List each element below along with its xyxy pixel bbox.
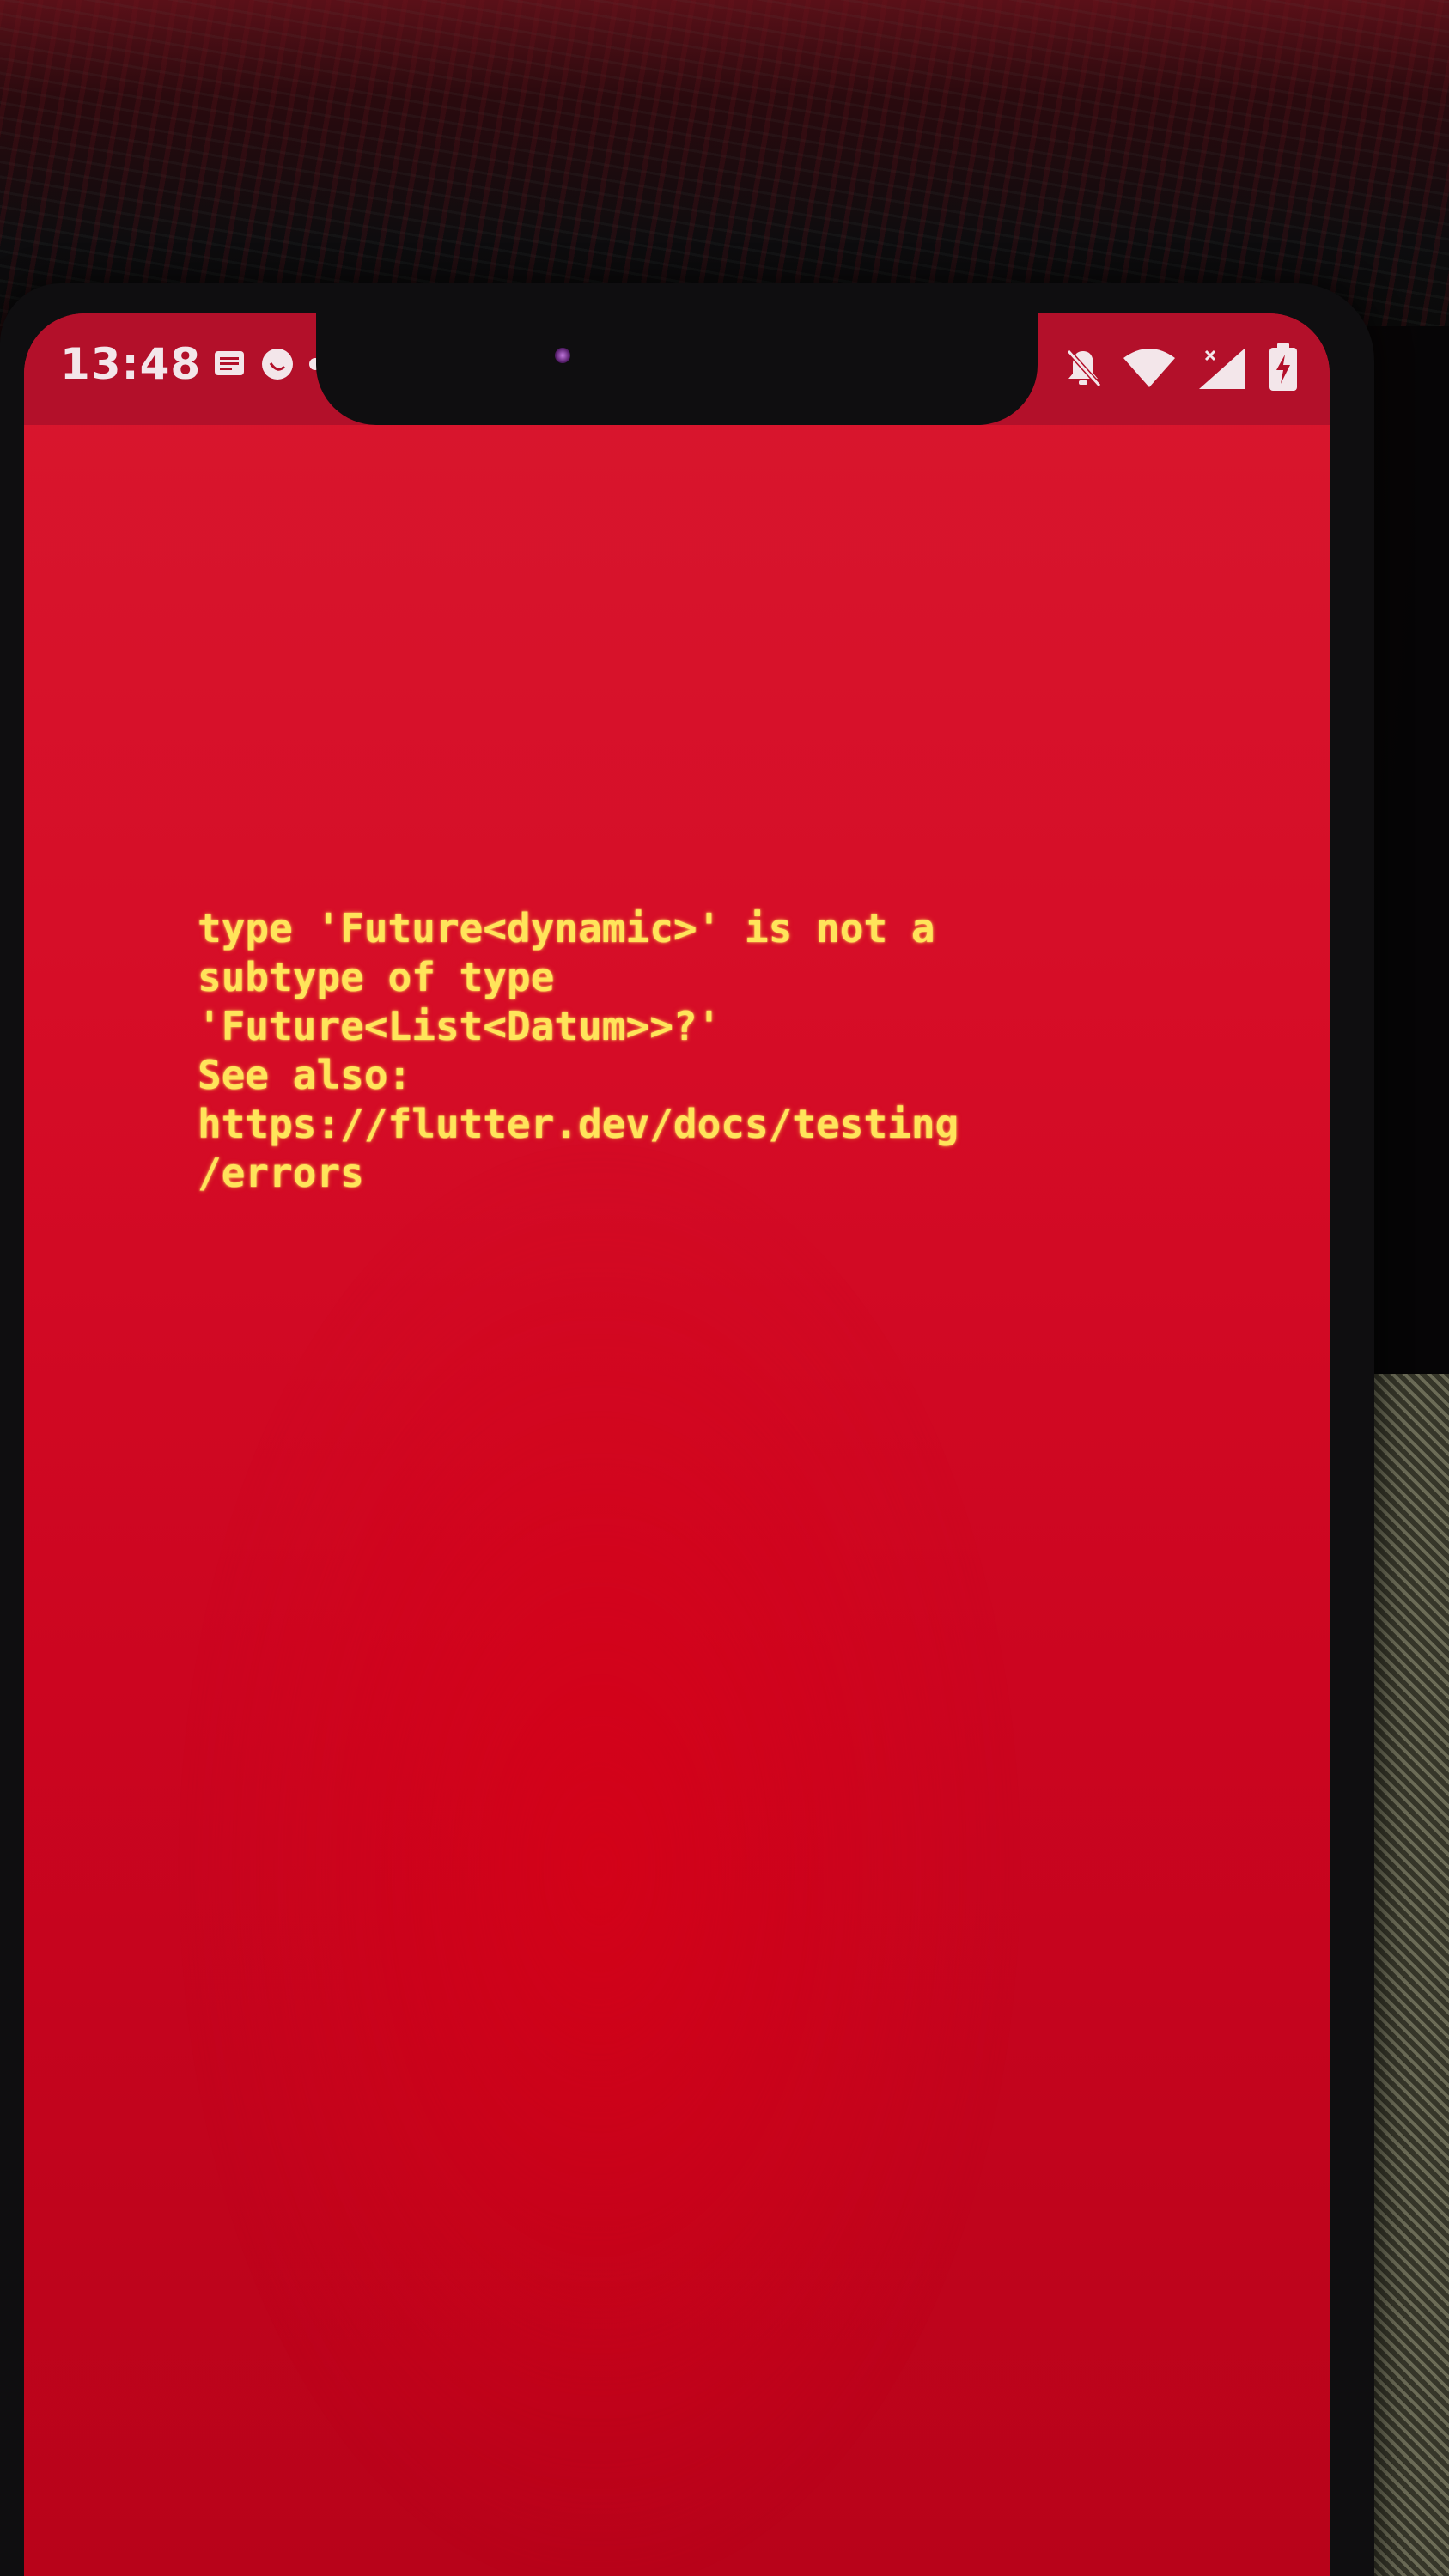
message-icon <box>213 349 247 380</box>
error-link-line-2: /errors <box>198 1150 364 1196</box>
error-line-4: See also: <box>198 1052 412 1098</box>
error-link-line-1: https://flutter.dev/docs/testing <box>198 1101 959 1147</box>
status-left-group: 13:48 <box>60 339 323 389</box>
signal-icon <box>1196 344 1249 391</box>
photo-scene: 13:48 type 'Future<dynamic>' is not a su… <box>0 0 1449 2576</box>
error-line-1: type 'Future<dynamic>' is not a <box>198 905 935 951</box>
background-fabric <box>0 0 1449 326</box>
flutter-error-message: type 'Future<dynamic>' is not a subtype o… <box>198 904 1194 1198</box>
background-cloth <box>1366 1374 1449 2576</box>
status-right-group <box>1063 343 1299 392</box>
status-bar: 13:48 <box>24 313 1330 425</box>
status-time: 13:48 <box>60 339 202 389</box>
error-line-3: 'Future<List<Datum>>?' <box>198 1003 721 1049</box>
error-line-2: subtype of type <box>198 954 555 1000</box>
phone-screen: 13:48 type 'Future<dynamic>' is not a su… <box>24 313 1330 2576</box>
display-notch <box>316 313 1038 425</box>
whatsapp-icon <box>259 346 295 382</box>
battery-charging-icon <box>1268 343 1299 392</box>
camera-icon <box>555 348 570 363</box>
notifications-off-icon <box>1063 346 1103 389</box>
wifi-icon <box>1122 346 1177 389</box>
screen-reflection <box>179 1138 1020 2576</box>
